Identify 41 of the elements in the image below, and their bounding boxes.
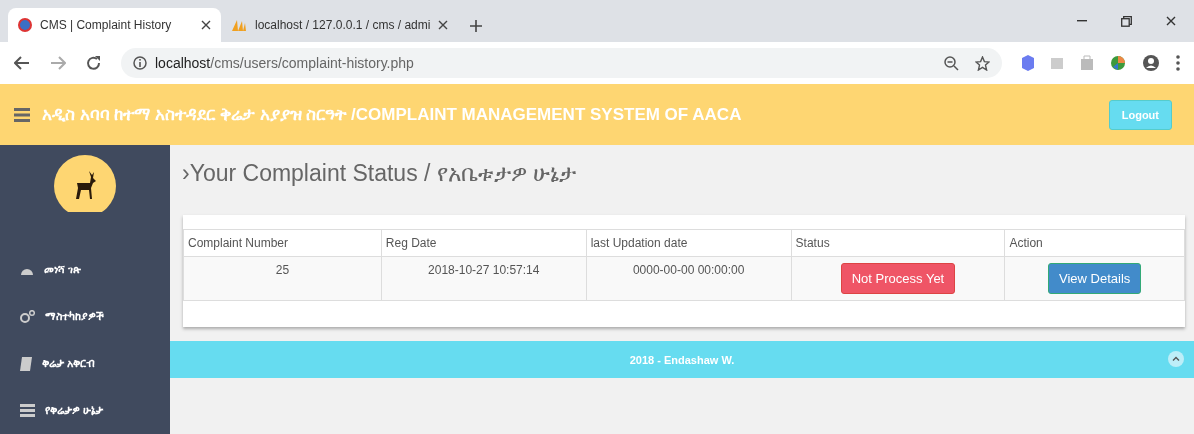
url-text: localhost/cms/users/complaint-history.php (155, 55, 414, 71)
reload-button[interactable] (86, 55, 101, 71)
page-title: ›Your Complaint Status / የአቤቱታዎ ሁኔታ (182, 160, 578, 188)
sidebar-item[interactable]: ቅሬታ አቅርብ (0, 340, 170, 387)
close-icon[interactable] (438, 20, 449, 30)
table-cell: 0000-00-00 00:00:00 (586, 256, 792, 301)
star-icon[interactable] (975, 55, 990, 71)
column-header: Action (1004, 229, 1185, 257)
column-header: Reg Date (381, 229, 587, 257)
address-bar[interactable]: localhost/cms/users/complaint-history.php (121, 48, 1002, 78)
shield-icon[interactable] (1022, 55, 1034, 71)
menu-icon[interactable] (14, 107, 30, 122)
zoom-out-icon[interactable] (944, 55, 959, 71)
back-button[interactable] (14, 56, 30, 70)
status-label: Not Process Yet (840, 263, 956, 294)
server-icon (20, 404, 35, 417)
gears-icon (20, 310, 35, 324)
sidebar-item[interactable]: ማስተካከያዎች (0, 293, 170, 341)
table-cell: 25 (183, 256, 382, 301)
close-button[interactable] (1166, 16, 1176, 26)
sail-icon (231, 18, 247, 32)
table-cell: 2018-10-27 10:57:14 (381, 256, 587, 301)
minimize-button[interactable] (1077, 20, 1087, 22)
close-icon[interactable] (201, 20, 211, 30)
browser-tab[interactable]: localhost / 127.0.0.1 / cms / admi (221, 8, 459, 42)
menu-icon[interactable] (1176, 55, 1180, 71)
new-tab-button[interactable] (470, 20, 483, 32)
column-header: Complaint Number (183, 229, 382, 257)
scroll-up-button[interactable] (1168, 351, 1184, 367)
app-title: አዲስ አባባ ከተማ አስተዳደር ቅሬታ አያያዝ ስርዓት /COMPLAINT MANAGEMENT SYSTEM OF AACA (42, 104, 742, 125)
restore-button[interactable] (1121, 15, 1132, 27)
info-icon (133, 56, 147, 70)
view-details-button[interactable]: View Details (1048, 263, 1142, 294)
sidebar-item[interactable]: የቅሬታዎ ሁኔታ (0, 387, 170, 434)
logo-icon (54, 155, 116, 213)
footer-text: 2018 - Endashaw W. (629, 353, 735, 366)
account-icon[interactable] (1142, 54, 1160, 72)
browser-tab[interactable]: CMS | Complaint History (8, 8, 221, 42)
column-header: Status (791, 229, 1005, 257)
column-header: last Updation date (586, 229, 792, 257)
sidebar-item[interactable]: መነሻ ገጽ (0, 246, 170, 294)
